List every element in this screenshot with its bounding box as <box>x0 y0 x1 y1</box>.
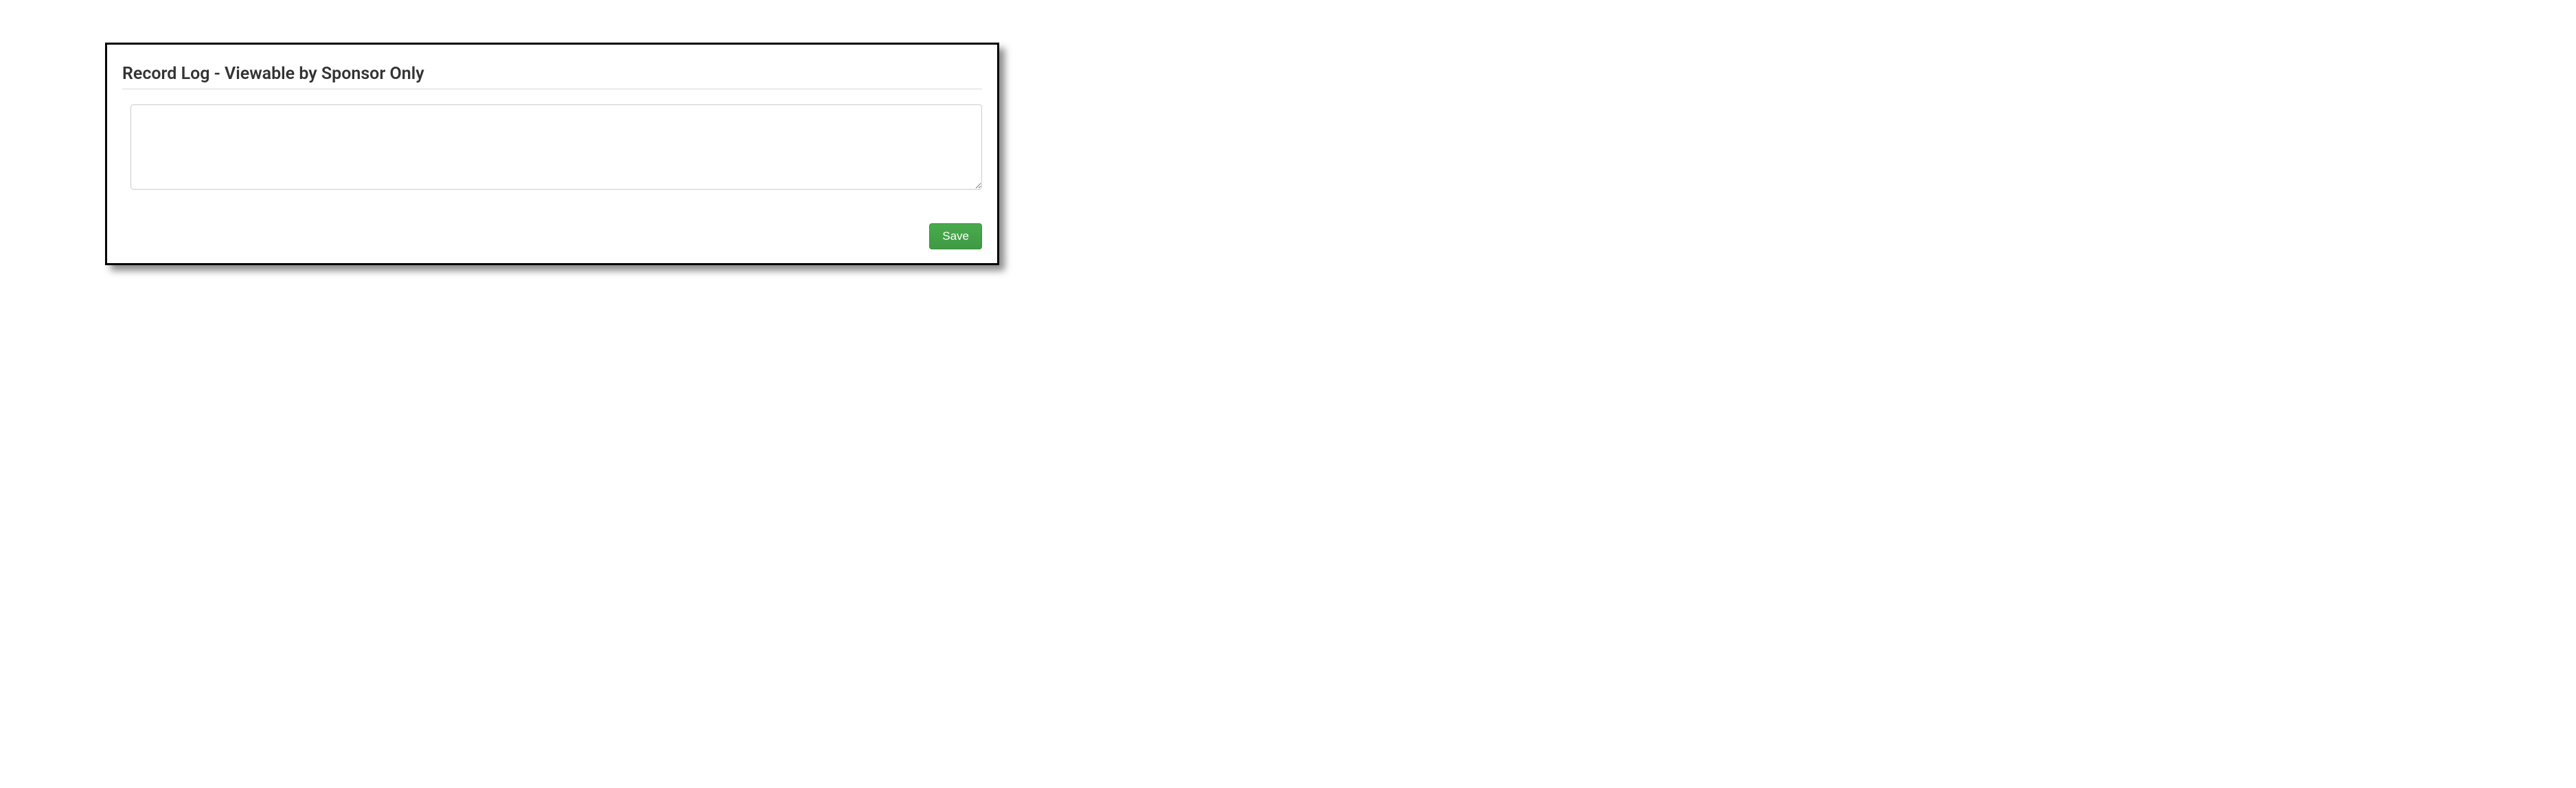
save-button[interactable]: Save <box>929 223 982 249</box>
record-log-panel: Record Log - Viewable by Sponsor Only Sa… <box>105 43 999 265</box>
record-log-textarea[interactable] <box>130 104 982 190</box>
button-row: Save <box>929 223 982 249</box>
section-title: Record Log - Viewable by Sponsor Only <box>122 64 982 89</box>
